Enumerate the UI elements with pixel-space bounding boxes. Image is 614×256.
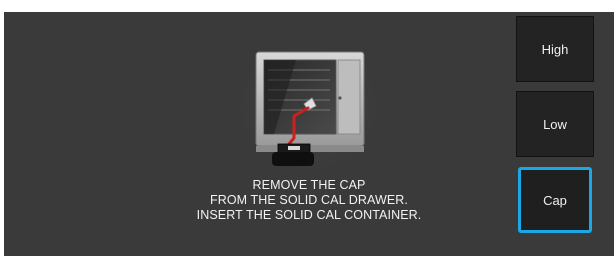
high-button[interactable]: High: [516, 16, 594, 82]
instruction-line-3: INSERT THE SOLID CAL CONTAINER.: [196, 208, 422, 222]
cap-button[interactable]: Cap: [518, 167, 592, 233]
low-button[interactable]: Low: [516, 91, 594, 157]
instruction-line-1: REMOVE THE CAP: [252, 178, 366, 192]
oven-with-cal-container-icon: [234, 40, 384, 175]
instruction-line-2: FROM THE SOLID CAL DRAWER.: [210, 193, 408, 207]
low-button-label: Low: [543, 116, 567, 132]
instruction-text: REMOVE THE CAP FROM THE SOLID CAL DRAWER…: [144, 178, 474, 223]
high-button-label: High: [541, 41, 569, 57]
cap-button-label: Cap: [543, 192, 567, 208]
